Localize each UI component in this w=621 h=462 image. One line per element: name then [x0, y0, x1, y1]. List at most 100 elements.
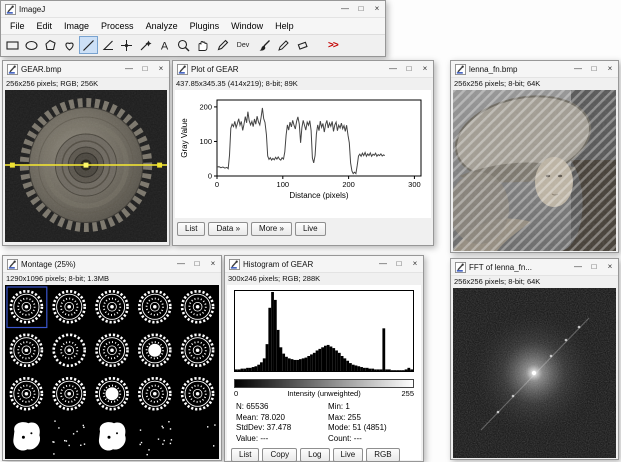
- more-menu-button[interactable]: More »: [251, 222, 292, 236]
- rectangle-tool-button[interactable]: [3, 36, 22, 54]
- live-button[interactable]: Live: [295, 222, 326, 236]
- svg-text:Gray Value: Gray Value: [180, 118, 189, 158]
- data-menu-button[interactable]: Data »: [208, 222, 248, 236]
- close-button[interactable]: ×: [407, 256, 423, 272]
- menu-file[interactable]: File: [4, 20, 31, 32]
- histogram-titlebar[interactable]: Histogram of GEAR — □ ×: [225, 256, 423, 273]
- main-titlebar[interactable]: ImageJ — □ ×: [1, 1, 385, 18]
- dev-tool-button[interactable]: Dev: [231, 36, 255, 54]
- stat-stddev: StdDev: 37.478: [236, 423, 328, 434]
- minimize-button[interactable]: —: [570, 61, 586, 77]
- menu-process[interactable]: Process: [95, 20, 140, 32]
- svg-text:100: 100: [199, 137, 212, 146]
- close-button[interactable]: ×: [369, 1, 385, 17]
- oval-icon: [24, 38, 39, 53]
- oval-tool-button[interactable]: [22, 36, 41, 54]
- live-button[interactable]: Live: [333, 448, 364, 462]
- angle-tool-button[interactable]: [98, 36, 117, 54]
- freehand-tool-button[interactable]: [60, 36, 79, 54]
- eraser-icon: [295, 38, 310, 53]
- hand-tool-button[interactable]: [193, 36, 212, 54]
- wand-icon: [138, 38, 153, 53]
- gear-image-canvas[interactable]: [5, 90, 167, 242]
- maximize-button[interactable]: □: [189, 256, 205, 272]
- roi-handle-center[interactable]: [84, 163, 89, 168]
- roi-handle-right[interactable]: [157, 163, 162, 168]
- minimize-button[interactable]: —: [173, 256, 189, 272]
- lenna-titlebar[interactable]: lenna_fn.bmp — □ ×: [451, 61, 618, 78]
- desktop: ImageJ — □ × File Edit Image Process Ana…: [0, 0, 621, 462]
- point-icon: [119, 38, 134, 53]
- histogram-chart[interactable]: [234, 290, 414, 372]
- window-title: lenna_fn.bmp: [469, 65, 570, 74]
- image-info: 437.85x345.35 (414x219); 8-bit; 89K: [173, 78, 433, 90]
- text-icon: A: [157, 38, 172, 53]
- window-title: Histogram of GEAR: [243, 260, 375, 269]
- polygon-tool-button[interactable]: [41, 36, 60, 54]
- histogram-panel: 0 Intensity (unweighted) 255 N: 65536 Mi…: [227, 285, 421, 460]
- eraser-tool-button[interactable]: [293, 36, 312, 54]
- montage-titlebar[interactable]: Montage (25%) — □ ×: [3, 256, 221, 273]
- close-button[interactable]: ×: [602, 259, 618, 275]
- close-button[interactable]: ×: [205, 256, 221, 272]
- plot-titlebar[interactable]: Plot of GEAR — □ ×: [173, 61, 433, 78]
- image-info: 256x256 pixels; 8-bit; 64K: [451, 276, 618, 288]
- image-info: 300x246 pixels; RGB; 288K: [225, 273, 423, 285]
- maximize-button[interactable]: □: [137, 61, 153, 77]
- menu-edit[interactable]: Edit: [31, 20, 59, 32]
- maximize-button[interactable]: □: [353, 1, 369, 17]
- histogram-axis: 0 Intensity (unweighted) 255: [234, 389, 414, 400]
- maximize-button[interactable]: □: [391, 256, 407, 272]
- minimize-button[interactable]: —: [375, 256, 391, 272]
- stat-n: N: 65536: [236, 402, 328, 413]
- pencil-icon: [276, 38, 291, 53]
- brush-tool-button[interactable]: [255, 36, 274, 54]
- montage-image-canvas[interactable]: [5, 285, 219, 459]
- log-button[interactable]: Log: [300, 448, 329, 462]
- lenna-window: lenna_fn.bmp — □ × 256x256 pixels; 8-bit…: [450, 60, 619, 253]
- line-tool-button[interactable]: [79, 36, 98, 54]
- minimize-button[interactable]: —: [121, 61, 137, 77]
- color-picker-tool-button[interactable]: [212, 36, 231, 54]
- pencil-tool-button[interactable]: [274, 36, 293, 54]
- minimize-button[interactable]: —: [385, 61, 401, 77]
- menu-plugins[interactable]: Plugins: [184, 20, 226, 32]
- close-button[interactable]: ×: [417, 61, 433, 77]
- profile-plot: 01002003000100200Distance (pixels)Gray V…: [175, 90, 431, 218]
- list-button[interactable]: List: [231, 448, 259, 462]
- maximize-button[interactable]: □: [586, 61, 602, 77]
- rgb-button[interactable]: RGB: [366, 448, 399, 462]
- window-title: Montage (25%): [21, 260, 173, 269]
- svg-text:Distance (pixels): Distance (pixels): [289, 191, 348, 200]
- close-button[interactable]: ×: [153, 61, 169, 77]
- fft-dc-peak: [532, 371, 536, 375]
- fft-image-canvas[interactable]: [453, 288, 616, 458]
- wand-tool-button[interactable]: [136, 36, 155, 54]
- imagej-icon: [229, 259, 240, 270]
- lenna-image-canvas[interactable]: [453, 90, 616, 251]
- svg-text:300: 300: [408, 180, 421, 189]
- minimize-button[interactable]: —: [337, 1, 353, 17]
- close-button[interactable]: ×: [602, 61, 618, 77]
- minimize-button[interactable]: —: [570, 259, 586, 275]
- menu-help[interactable]: Help: [269, 20, 300, 32]
- profile-plot-canvas[interactable]: 01002003000100200Distance (pixels)Gray V…: [175, 90, 431, 218]
- maximize-button[interactable]: □: [586, 259, 602, 275]
- plot-button-row: List Data » More » Live: [173, 218, 433, 236]
- gear-titlebar[interactable]: GEAR.bmp — □ ×: [3, 61, 169, 78]
- window-title: FFT of lenna_fn...: [469, 263, 570, 272]
- point-tool-button[interactable]: [117, 36, 136, 54]
- zoom-tool-button[interactable]: [174, 36, 193, 54]
- maximize-button[interactable]: □: [401, 61, 417, 77]
- roi-handle-left[interactable]: [10, 163, 15, 168]
- text-tool-button[interactable]: A: [155, 36, 174, 54]
- menu-analyze[interactable]: Analyze: [140, 20, 184, 32]
- fft-titlebar[interactable]: FFT of lenna_fn... — □ ×: [451, 259, 618, 276]
- copy-button[interactable]: Copy: [262, 448, 297, 462]
- hand-icon: [195, 38, 210, 53]
- list-button[interactable]: List: [177, 222, 205, 236]
- menu-image[interactable]: Image: [58, 20, 95, 32]
- imagej-icon: [7, 64, 18, 75]
- more-tools-button[interactable]: >>: [324, 36, 342, 54]
- menu-window[interactable]: Window: [225, 20, 269, 32]
